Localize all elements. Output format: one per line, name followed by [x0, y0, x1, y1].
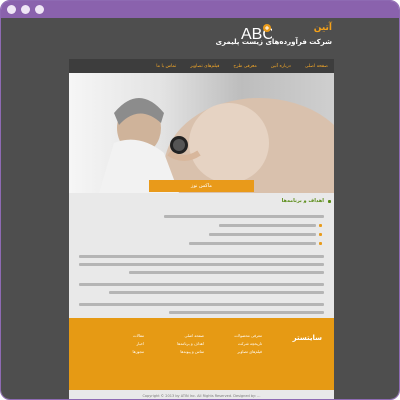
browser-frame: ABC آتین شرکت فرآورده‌های زیست پلیمری صف…: [0, 0, 400, 400]
text-line: [164, 215, 324, 218]
copyright-text: Copyright © 2013 by ATIN Inc. All Rights…: [69, 390, 334, 399]
section-icon: [328, 200, 331, 203]
hero-illustration: [99, 98, 334, 193]
nav-item-project[interactable]: معرفی طرح: [233, 64, 256, 69]
footer-link[interactable]: فیلم‌های تصاویر: [234, 348, 262, 356]
list-bullet: [319, 224, 322, 227]
text-line: [219, 224, 316, 227]
window-control-dot[interactable]: [7, 5, 16, 14]
main-content: اهداف و برنامه‌ها: [69, 193, 334, 318]
list-bullet: [319, 233, 322, 236]
window-control-dot[interactable]: [35, 5, 44, 14]
nav-item-about[interactable]: درباره آتین: [271, 64, 291, 69]
footer-link[interactable]: مقالات: [133, 332, 144, 340]
footer-link[interactable]: تاریخچه شرکت: [234, 340, 262, 348]
text-line: [79, 255, 324, 258]
footer-link[interactable]: تماس و پیوندها: [177, 348, 204, 356]
text-line: [189, 242, 316, 245]
section-title: اهداف و برنامه‌ها: [281, 198, 324, 204]
text-line: [109, 291, 324, 294]
hero-image: ماکس نوز: [69, 73, 334, 193]
footer-link[interactable]: معرفی محصولات: [234, 332, 262, 340]
footer-links: سایتستر معرفی محصولات تاریخچه شرکت فیلم‌…: [69, 318, 334, 390]
website: ABC آتین شرکت فرآورده‌های زیست پلیمری صف…: [1, 18, 399, 399]
window-control-dot[interactable]: [21, 5, 30, 14]
footer-column: مقالات اخبار مجوزها: [133, 332, 144, 356]
nav-item-home[interactable]: صفحه اصلی: [305, 64, 328, 69]
text-line: [209, 233, 316, 236]
site-header: ABC آتین شرکت فرآورده‌های زیست پلیمری: [69, 18, 334, 58]
list-bullet: [319, 242, 322, 245]
footer-link[interactable]: اخبار: [133, 340, 144, 348]
company-tagline: شرکت فرآورده‌های زیست پلیمری: [215, 38, 332, 46]
text-line: [169, 311, 324, 314]
page-container: صفحه اصلی درباره آتین معرفی طرح فیلم‌های…: [69, 59, 334, 399]
brand-name: آتین: [313, 23, 332, 33]
footer-column: صفحه اصلی اهداف و برنامه‌ها تماس و پیوند…: [177, 332, 204, 356]
footer-link[interactable]: صفحه اصلی: [177, 332, 204, 340]
footer-link[interactable]: مجوزها: [133, 348, 144, 356]
footer-column: معرفی محصولات تاریخچه شرکت فیلم‌های تصاو…: [234, 332, 262, 356]
nav-item-gallery[interactable]: فیلم‌های تصاویر: [190, 64, 219, 69]
main-navigation: صفحه اصلی درباره آتین معرفی طرح فیلم‌های…: [69, 59, 334, 73]
hero-caption: ماکس نوز: [149, 180, 254, 192]
footer-title: سایتستر: [292, 334, 322, 342]
nav-item-contact[interactable]: تماس با ما: [156, 64, 176, 69]
text-line: [79, 303, 324, 306]
text-line: [79, 263, 324, 266]
footer-link[interactable]: اهداف و برنامه‌ها: [177, 340, 204, 348]
text-line: [79, 283, 324, 286]
text-line: [129, 271, 324, 274]
window-titlebar: [1, 1, 399, 18]
